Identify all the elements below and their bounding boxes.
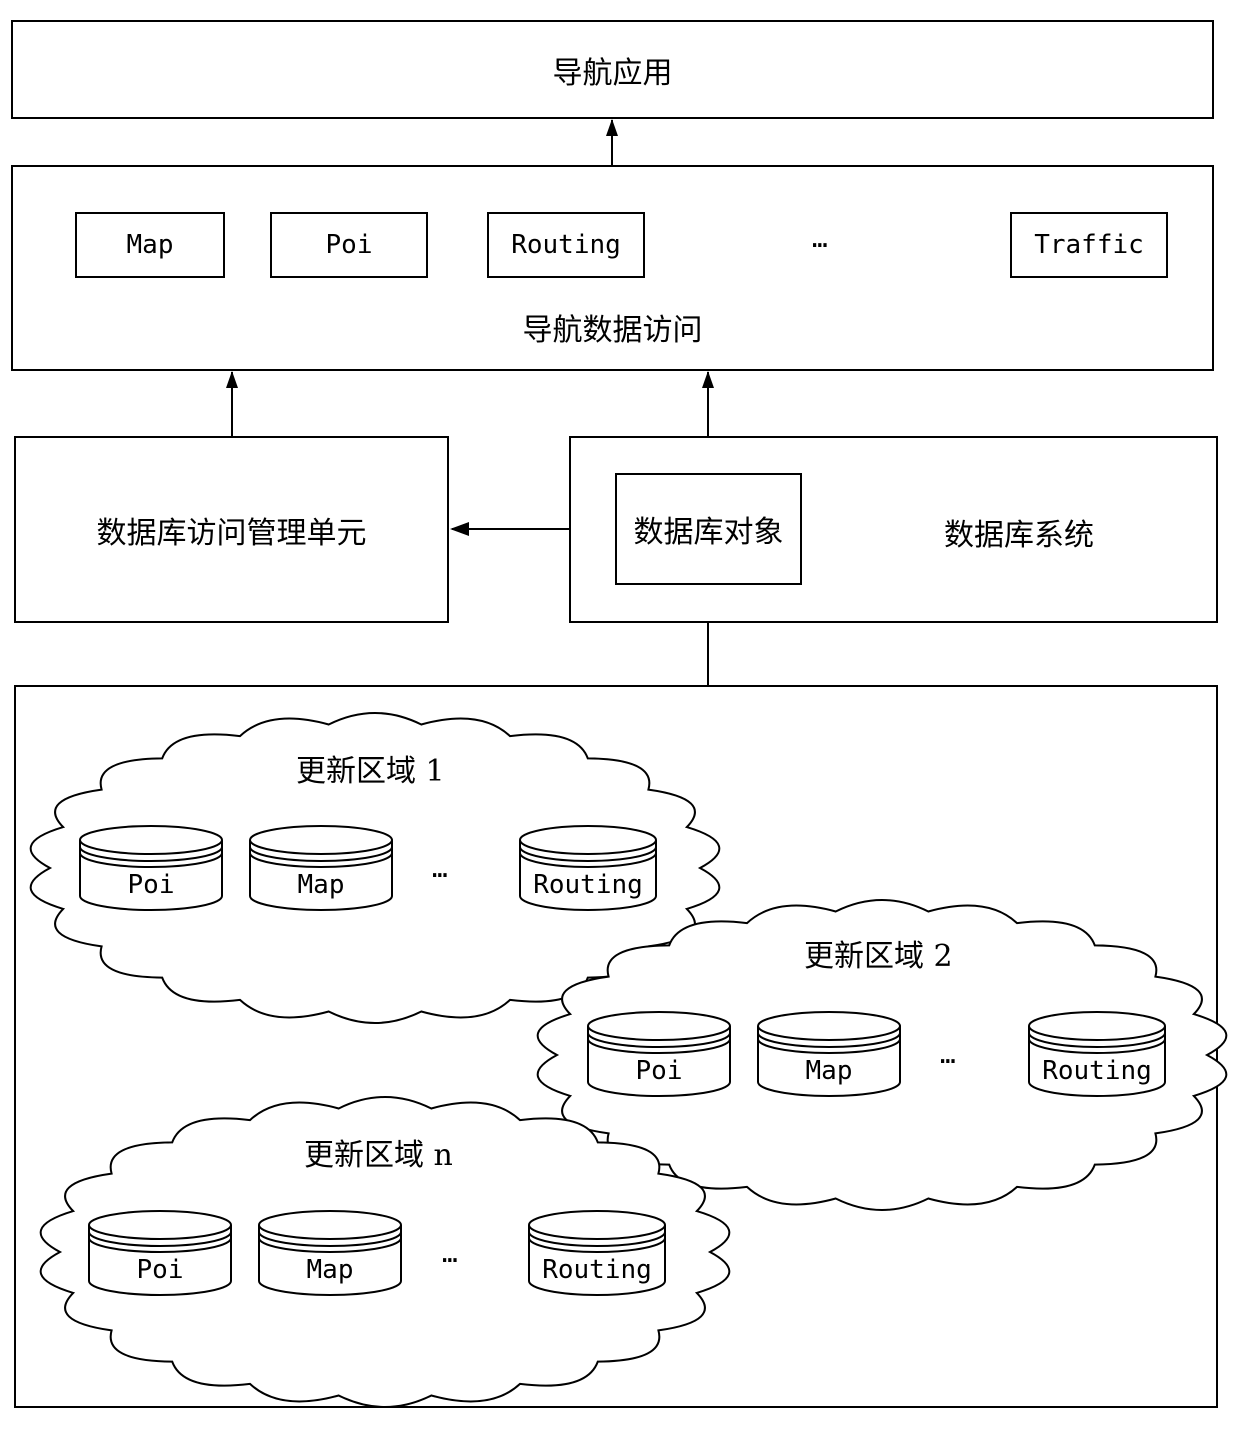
region-1-store-ellipsis: … <box>432 854 448 884</box>
region-3-store-map-label: Map <box>306 1255 354 1285</box>
db-object-box: 数据库对象 <box>615 473 802 585</box>
module-traffic-label: Traffic <box>1034 230 1144 260</box>
region-2-title: 更新区域 2 <box>804 939 953 974</box>
arrowhead-manager <box>450 522 469 536</box>
region-3-store-ellipsis: … <box>442 1239 458 1269</box>
region-1-title: 更新区域 1 <box>296 754 445 789</box>
db-access-manager-label: 数据库访问管理单元 <box>96 515 367 551</box>
db-access-manager-box: 数据库访问管理单元 <box>14 436 449 623</box>
region-2-store-map-label: Map <box>805 1056 853 1086</box>
module-traffic: Traffic <box>1010 212 1168 278</box>
region-2-store-poi-label: Poi <box>635 1056 683 1086</box>
module-poi: Poi <box>270 212 428 278</box>
nav-data-access-label: 导航数据访问 <box>522 313 703 348</box>
region-1-store-routing-label: Routing <box>533 870 643 900</box>
module-routing-label: Routing <box>511 230 621 260</box>
update-regions-container <box>14 685 1218 1408</box>
arrowhead-app <box>606 119 618 136</box>
nav-app-label: 导航应用 <box>552 55 673 91</box>
module-map-label: Map <box>126 230 174 260</box>
arrowhead-data-access-right <box>702 371 714 388</box>
module-map: Map <box>75 212 225 278</box>
db-object-label: 数据库对象 <box>633 515 784 550</box>
module-poi-label: Poi <box>325 230 373 260</box>
region-3-store-poi-label: Poi <box>136 1255 184 1285</box>
module-routing: Routing <box>487 212 645 278</box>
region-3-store-routing-label: Routing <box>542 1255 652 1285</box>
region-2-store-routing-label: Routing <box>1042 1056 1152 1086</box>
db-system-label: 数据库系统 <box>944 518 1094 553</box>
nav-app-box: 导航应用 <box>11 20 1214 119</box>
region-1-store-poi-label: Poi <box>127 870 175 900</box>
region-2-store-ellipsis: … <box>940 1040 956 1070</box>
arrowhead-data-access-left <box>226 371 238 388</box>
region-n-title: 更新区域 n <box>304 1138 453 1173</box>
module-ellipsis: … <box>812 224 828 254</box>
region-1-store-map-label: Map <box>297 870 345 900</box>
